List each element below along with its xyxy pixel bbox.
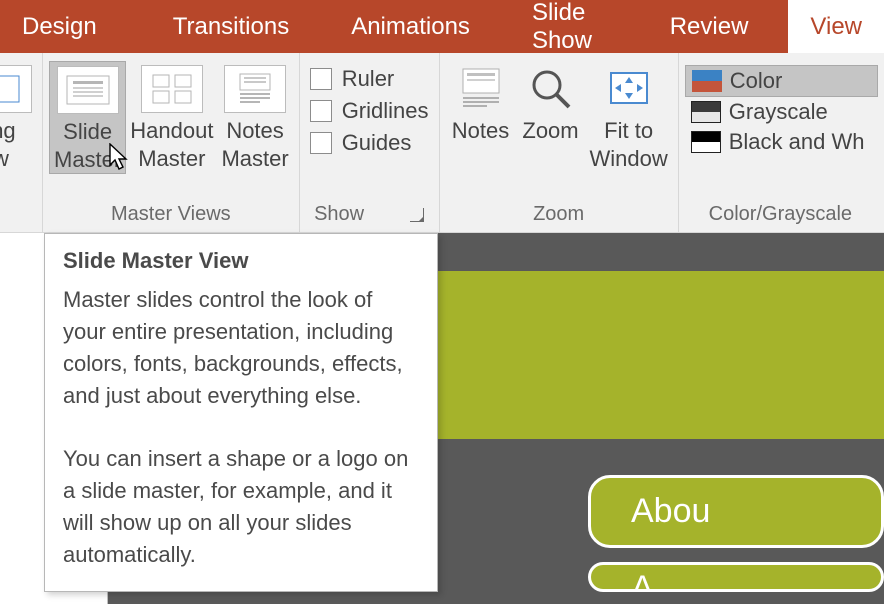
reading-view-icon bbox=[0, 65, 32, 113]
group-show: Ruler Gridlines Guides Show bbox=[300, 53, 440, 232]
zoom-button[interactable]: Zoom bbox=[516, 61, 586, 145]
slide-master-label: Slide Master bbox=[54, 118, 121, 173]
grayscale-swatch-icon bbox=[691, 101, 721, 123]
checkbox-icon bbox=[310, 100, 332, 122]
fit-to-window-label: Fit to Window bbox=[590, 117, 668, 172]
ruler-label: Ruler bbox=[342, 66, 395, 92]
color-mode-button[interactable]: Color bbox=[685, 65, 878, 97]
color-label: Color bbox=[730, 68, 783, 94]
group-label-show: Show bbox=[314, 203, 364, 226]
guides-toggle[interactable]: Guides bbox=[310, 130, 429, 156]
ribbon: ing w Slide Master bbox=[0, 53, 884, 233]
slide-master-button[interactable]: Slide Master bbox=[49, 61, 126, 174]
checkbox-icon bbox=[310, 132, 332, 154]
notes-master-icon bbox=[224, 65, 286, 113]
group-label-master-views: Master Views bbox=[49, 203, 293, 230]
handout-master-button[interactable]: Handout Master bbox=[126, 61, 217, 172]
bw-label: Black and Wh bbox=[729, 129, 865, 155]
tab-design[interactable]: Design bbox=[0, 0, 119, 53]
ribbon-tab-bar: Design Transitions Animations Slide Show… bbox=[0, 0, 884, 53]
zoom-label: Zoom bbox=[522, 117, 578, 145]
tooltip-body: Master slides control the look of your e… bbox=[63, 284, 419, 571]
gridlines-toggle[interactable]: Gridlines bbox=[310, 98, 429, 124]
handout-master-icon bbox=[141, 65, 203, 113]
notes-label: Notes bbox=[452, 117, 509, 145]
tab-animations[interactable]: Animations bbox=[329, 0, 492, 53]
grayscale-label: Grayscale bbox=[729, 99, 828, 125]
tab-view[interactable]: View bbox=[788, 0, 884, 53]
group-master-views: Slide Master Handout Master Notes M bbox=[43, 53, 300, 232]
reading-view-button[interactable]: ing w bbox=[0, 61, 36, 172]
group-notes-zoom: Notes Zoom Fit to Window Zoom bbox=[440, 53, 679, 232]
grayscale-mode-button[interactable]: Grayscale bbox=[685, 97, 878, 127]
slide-button-2: A bbox=[588, 562, 884, 592]
checkbox-icon bbox=[310, 68, 332, 90]
guides-label: Guides bbox=[342, 130, 412, 156]
tab-slide-show[interactable]: Slide Show bbox=[510, 0, 630, 53]
slide-button-1: Abou bbox=[588, 475, 884, 548]
group-color-grayscale: Color Grayscale Black and Wh Color/Grays… bbox=[679, 53, 884, 232]
tab-review[interactable]: Review bbox=[648, 0, 771, 53]
group-label-color-grayscale: Color/Grayscale bbox=[685, 203, 878, 230]
fit-to-window-button[interactable]: Fit to Window bbox=[586, 61, 672, 172]
color-swatch-icon bbox=[692, 70, 722, 92]
slide-master-icon bbox=[57, 66, 119, 114]
show-dialog-launcher-icon[interactable] bbox=[410, 208, 424, 222]
tab-transitions[interactable]: Transitions bbox=[151, 0, 311, 53]
group-label-zoom: Zoom bbox=[446, 203, 672, 230]
notes-icon bbox=[450, 65, 512, 113]
magnifier-icon bbox=[520, 65, 582, 113]
notes-master-button[interactable]: Notes Master bbox=[217, 61, 292, 172]
notes-master-label: Notes Master bbox=[221, 117, 288, 172]
notes-button[interactable]: Notes bbox=[446, 61, 516, 145]
bw-swatch-icon bbox=[691, 131, 721, 153]
gridlines-label: Gridlines bbox=[342, 98, 429, 124]
tooltip-title: Slide Master View bbox=[63, 248, 419, 274]
fit-to-window-icon bbox=[598, 65, 660, 113]
reading-view-label: ing w bbox=[0, 117, 16, 172]
ruler-toggle[interactable]: Ruler bbox=[310, 66, 429, 92]
black-white-mode-button[interactable]: Black and Wh bbox=[685, 127, 878, 157]
handout-master-label: Handout Master bbox=[130, 117, 213, 172]
slide-master-tooltip: Slide Master View Master slides control … bbox=[44, 233, 438, 592]
